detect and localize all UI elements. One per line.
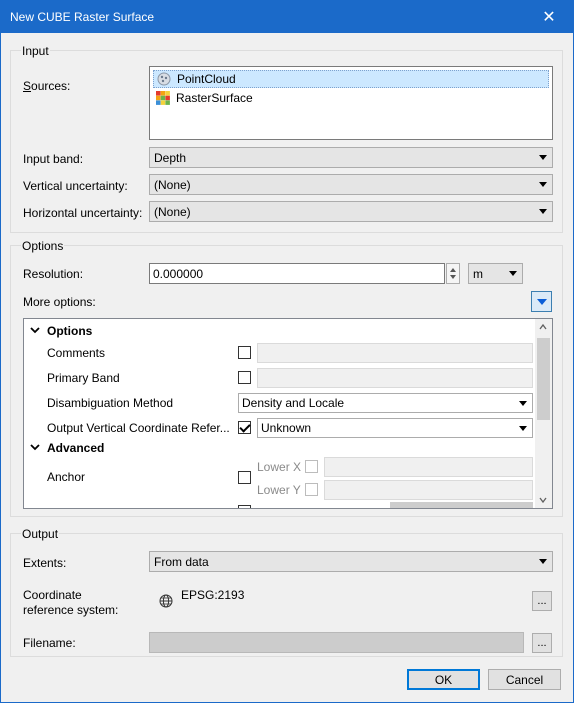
scrollbar-thumb[interactable] (537, 338, 550, 420)
raster-surface-icon (156, 91, 170, 105)
comments-checkbox[interactable] (238, 346, 251, 359)
primary-band-field (257, 368, 533, 388)
extents-combo[interactable]: From data (149, 551, 553, 572)
resolution-input[interactable]: 0.000000 (149, 263, 445, 284)
chevron-down-icon (539, 155, 547, 160)
extents-label: Extents: (23, 556, 67, 570)
collapse-chevron-icon[interactable] (30, 325, 40, 335)
grid-row-primary-band: Primary Band (24, 366, 536, 390)
output-vcrs-checkbox[interactable] (238, 421, 251, 434)
more-options-grid[interactable]: Options Comments Primary Band Disambigua… (23, 318, 553, 509)
extents-value: From data (154, 554, 209, 569)
input-group-title: Input (21, 44, 50, 58)
point-cloud-icon (157, 72, 171, 86)
title-bar: New CUBE Raster Surface ✕ (1, 1, 573, 33)
lower-x-label: Lower X (257, 460, 302, 474)
crs-label-line2: reference system: (23, 603, 119, 617)
chevron-down-icon (539, 182, 547, 187)
chevron-down-icon (519, 401, 527, 406)
partial-field (390, 502, 533, 508)
horizontal-uncertainty-label: Horizontal uncertainty: (23, 206, 143, 220)
lower-x-field (324, 457, 533, 477)
chevron-down-icon (509, 271, 517, 276)
more-options-toggle[interactable] (531, 291, 552, 312)
chevron-down-icon (539, 559, 547, 564)
cancel-button[interactable]: Cancel (488, 669, 561, 690)
partial-checkbox[interactable] (238, 505, 251, 508)
close-button[interactable]: ✕ (529, 3, 569, 31)
list-item-pointcloud[interactable]: PointCloud (153, 70, 549, 88)
options-group-title: Options (21, 239, 65, 253)
grid-row-comments: Comments (24, 341, 536, 365)
chevron-down-icon (539, 209, 547, 214)
dialog-title: New CUBE Raster Surface (10, 10, 155, 24)
list-item-label: RasterSurface (176, 91, 253, 105)
resolution-unit-value: m (473, 266, 483, 281)
horizontal-uncertainty-value: (None) (154, 204, 191, 219)
vertical-uncertainty-value: (None) (154, 177, 191, 192)
collapse-chevron-icon[interactable] (30, 442, 40, 452)
spin-up-icon[interactable] (450, 268, 456, 272)
anchor-checkbox[interactable] (238, 471, 251, 484)
spin-down-icon[interactable] (450, 275, 456, 279)
lower-y-field (324, 480, 533, 500)
filename-label: Filename: (23, 636, 76, 650)
crs-browse-button[interactable]: ... (532, 591, 552, 611)
sources-label: Sources: (23, 79, 71, 93)
output-group-title: Output (21, 527, 60, 541)
grid-row-disambiguation: Disambiguation Method Density and Locale (24, 391, 536, 415)
chevron-down-icon (537, 299, 547, 305)
scroll-up-icon[interactable] (539, 323, 547, 331)
input-band-label: Input band: (23, 152, 84, 166)
lower-y-label: Lower Y (257, 483, 301, 497)
scroll-down-icon[interactable] (539, 496, 547, 504)
comments-field (257, 343, 533, 363)
resolution-unit-combo[interactable]: m (468, 263, 523, 284)
filename-browse-button[interactable]: ... (532, 633, 552, 653)
resolution-spinner[interactable] (446, 263, 460, 284)
resolution-label: Resolution: (23, 267, 84, 281)
ok-button[interactable]: OK (407, 669, 480, 690)
primary-band-checkbox[interactable] (238, 371, 251, 384)
vertical-uncertainty-combo[interactable]: (None) (149, 174, 553, 195)
more-options-label: More options: (23, 295, 96, 309)
grid-row-anchor: Anchor Lower X Lower Y (24, 455, 536, 503)
grid-scrollbar[interactable] (535, 319, 552, 508)
output-vcrs-combo[interactable]: Unknown (257, 418, 533, 438)
vertical-uncertainty-label: Vertical uncertainty: (23, 179, 128, 193)
list-item-rastersurface[interactable]: RasterSurface (153, 89, 549, 107)
chevron-down-icon (519, 426, 527, 431)
crs-value: EPSG:2193 (181, 588, 245, 602)
filename-input[interactable] (149, 632, 524, 653)
dialog-window: New CUBE Raster Surface ✕ Input Sources:… (0, 0, 574, 703)
crs-label-line1: Coordinate (23, 588, 82, 602)
resolution-value: 0.000000 (153, 266, 204, 281)
disambiguation-combo[interactable]: Density and Locale (238, 393, 533, 413)
horizontal-uncertainty-combo[interactable]: (None) (149, 201, 553, 222)
lower-x-checkbox[interactable] (305, 460, 318, 473)
sources-listbox[interactable]: PointCloud RasterSurface (149, 66, 553, 140)
section-options[interactable]: Options (24, 319, 536, 343)
list-item-label: PointCloud (177, 72, 236, 86)
input-band-combo[interactable]: Depth (149, 147, 553, 168)
lower-y-checkbox[interactable] (305, 483, 318, 496)
input-band-value: Depth (154, 150, 187, 165)
globe-icon (159, 594, 173, 608)
